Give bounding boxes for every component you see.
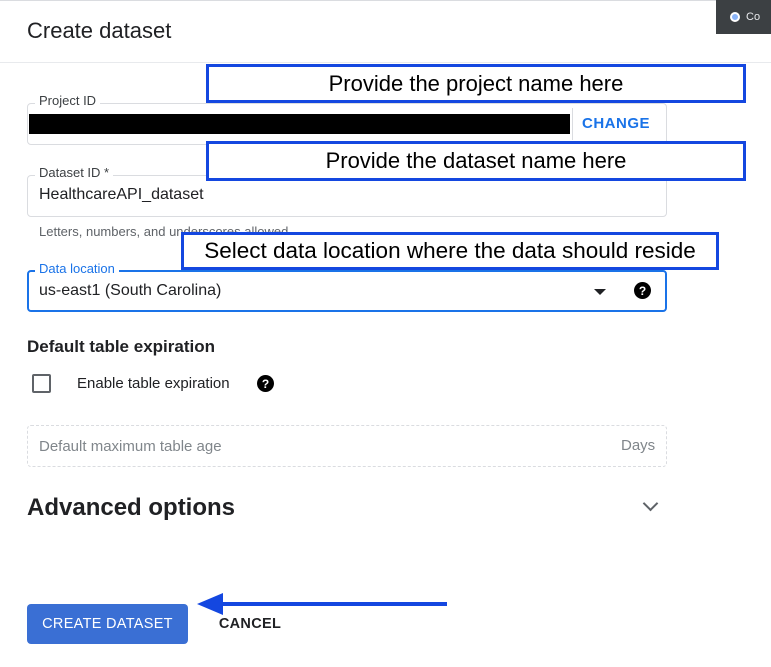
enable-expiration-label[interactable]: Enable table expiration — [77, 375, 230, 392]
annotation-project-callout: Provide the project name here — [206, 64, 746, 103]
dataset-id-value: HealthcareAPI_dataset — [39, 186, 204, 203]
dialog-title: Create dataset — [27, 18, 172, 43]
status-dot-icon — [730, 12, 740, 22]
change-separator — [572, 108, 573, 140]
help-icon[interactable]: ? — [257, 375, 274, 392]
data-location-value: us-east1 (South Carolina) — [39, 282, 222, 299]
help-icon[interactable]: ? — [634, 282, 651, 299]
max-table-age-placeholder: Default maximum table age — [39, 438, 222, 455]
table-expiration-heading: Default table expiration — [27, 337, 215, 356]
chevron-down-icon[interactable] — [642, 495, 659, 512]
header-divider — [0, 62, 771, 63]
change-project-button[interactable]: CHANGE — [582, 115, 650, 132]
corner-chip-label: Co — [746, 11, 761, 23]
enable-expiration-checkbox[interactable] — [32, 374, 51, 393]
dropdown-arrow-icon[interactable] — [594, 289, 606, 295]
annotation-location-callout: Select data location where the data shou… — [181, 232, 719, 270]
arrow-left-icon — [197, 593, 447, 615]
annotation-dataset-callout: Provide the dataset name here — [206, 141, 746, 181]
project-id-label: Project ID — [35, 93, 101, 108]
data-location-label: Data location — [35, 261, 119, 276]
corner-chip[interactable]: Co — [716, 0, 771, 34]
advanced-options-heading[interactable]: Advanced options — [27, 494, 235, 522]
top-border — [0, 0, 720, 1]
dataset-id-label: Dataset ID * — [35, 165, 114, 180]
max-table-age-suffix: Days — [621, 437, 656, 454]
create-dataset-button[interactable]: CREATE DATASET — [27, 604, 188, 644]
project-id-redaction — [29, 114, 570, 134]
